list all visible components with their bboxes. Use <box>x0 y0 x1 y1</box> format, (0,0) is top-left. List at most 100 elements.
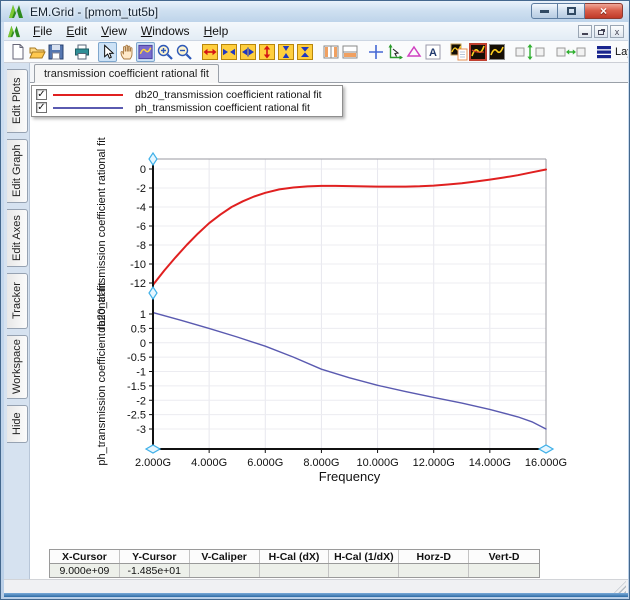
window-body: File Edit View Windows Help x A La Edit … <box>4 22 628 595</box>
header-y-cursor: Y-Cursor <box>120 550 190 563</box>
svg-text:-10: -10 <box>130 259 146 271</box>
header-horz-d: Horz-D <box>399 550 470 563</box>
shrink-horizontal-icon[interactable] <box>238 42 257 62</box>
menu-help[interactable]: Help <box>197 23 236 40</box>
maximize-icon <box>566 7 576 15</box>
header-h-cal-dx: H-Cal (dX) <box>260 550 330 563</box>
svg-text:-0.5: -0.5 <box>127 352 146 364</box>
zoom-in-icon[interactable] <box>155 42 174 62</box>
svg-text:8.000G: 8.000G <box>303 457 339 469</box>
menu-edit[interactable]: Edit <box>59 23 94 40</box>
app-logo-icon <box>9 5 23 18</box>
maximize-button[interactable] <box>558 3 585 19</box>
copy-plot-icon[interactable] <box>449 42 468 62</box>
svg-text:-2: -2 <box>136 395 146 407</box>
menu-view[interactable]: View <box>94 23 134 40</box>
plot-region: ✓ db20_transmission coefficient rational… <box>30 83 628 503</box>
pan-hand-icon[interactable] <box>117 42 136 62</box>
close-button[interactable]: × <box>585 3 623 19</box>
sidebar-item-edit-axes[interactable]: Edit Axes <box>7 209 28 267</box>
tab-transmission-coefficient[interactable]: transmission coefficient rational fit <box>34 64 219 83</box>
legend-checkbox-db20[interactable]: ✓ <box>36 89 47 100</box>
svg-text:-6: -6 <box>136 221 146 233</box>
layout-button[interactable]: Layou <box>596 45 628 59</box>
sidebar-item-workspace[interactable]: Workspace <box>7 335 28 399</box>
sidebar-item-hide[interactable]: Hide <box>7 405 28 443</box>
minimize-icon <box>540 9 549 13</box>
svg-text:16.000G: 16.000G <box>525 457 567 469</box>
svg-text:2.000G: 2.000G <box>135 457 171 469</box>
svg-text:10.000G: 10.000G <box>356 457 398 469</box>
client-area: Edit Plots Edit Graph Edit Axes Tracker … <box>4 63 628 580</box>
value-horz-d <box>399 564 470 577</box>
caliper-icon[interactable] <box>404 42 423 62</box>
horizontal-spacing-icon[interactable] <box>554 42 588 62</box>
value-h-cal-1dx <box>329 564 400 577</box>
select-pointer-icon[interactable] <box>98 41 117 62</box>
zoom-window-icon[interactable] <box>136 41 155 62</box>
svg-text:12.000G: 12.000G <box>413 457 455 469</box>
split-horizontal-icon[interactable] <box>340 42 359 62</box>
zoom-out-icon[interactable] <box>174 42 193 62</box>
title-bar[interactable]: EM.Grid - [pmom_tut5b] × <box>1 1 629 22</box>
mdi-minimize-button[interactable] <box>578 25 592 38</box>
plot-legend: ✓ db20_transmission coefficient rational… <box>31 85 343 117</box>
svg-text:-1.5: -1.5 <box>127 381 146 393</box>
mdi-close-icon: x <box>614 26 620 37</box>
legend-line-sample-ph <box>53 106 123 109</box>
toolbar: A Layou <box>4 41 628 63</box>
value-h-cal-dx <box>260 564 330 577</box>
sidebar-item-edit-graph[interactable]: Edit Graph <box>7 139 28 203</box>
menu-file[interactable]: File <box>26 23 59 40</box>
resize-grip[interactable] <box>614 581 626 593</box>
mdi-restore-button[interactable] <box>594 25 608 38</box>
document-logo-icon <box>7 25 21 37</box>
value-v-caliper <box>190 564 260 577</box>
shrink-vertical-icon[interactable] <box>295 42 314 62</box>
plot-style-icon[interactable] <box>487 42 506 62</box>
svg-text:-3: -3 <box>136 424 146 436</box>
svg-text:-2.5: -2.5 <box>127 410 146 422</box>
print-icon[interactable] <box>72 42 91 62</box>
legend-label-db20: db20_transmission coefficient rational f… <box>135 88 322 101</box>
plot-style-active-icon[interactable] <box>468 42 487 62</box>
plot-canvas[interactable]: 0 -2 -4 -6 -8 -10 -12 1 0.5 0 -0.5 -1 -1.5 -2 -2.5 -3 2.… <box>30 83 628 503</box>
minimize-button[interactable] <box>531 3 558 19</box>
split-vertical-icon[interactable] <box>321 42 340 62</box>
vertical-spacing-icon[interactable] <box>513 42 547 62</box>
window-title: EM.Grid - [pmom_tut5b] <box>30 4 159 19</box>
svg-text:0: 0 <box>140 164 146 176</box>
fit-horizontal-icon[interactable] <box>200 42 219 62</box>
crosshair-cursor-icon[interactable] <box>366 42 385 62</box>
axes-tracker-icon[interactable] <box>385 42 404 62</box>
mdi-restore-icon <box>597 30 604 35</box>
header-x-cursor: X-Cursor <box>50 550 120 563</box>
text-annotation-icon[interactable]: A <box>423 42 442 62</box>
cursor-header-row: X-Cursor Y-Cursor V-Caliper H-Cal (dX) H… <box>50 550 539 564</box>
svg-text:0: 0 <box>140 338 146 350</box>
save-icon[interactable] <box>46 42 65 62</box>
legend-row: ✓ db20_transmission coefficient rational… <box>36 88 338 101</box>
cursor-readout-table: X-Cursor Y-Cursor V-Caliper H-Cal (dX) H… <box>49 549 540 578</box>
sidebar-item-edit-plots[interactable]: Edit Plots <box>7 69 28 133</box>
expand-horizontal-icon[interactable] <box>219 42 238 62</box>
expand-vertical-icon[interactable] <box>276 42 295 62</box>
svg-text:-1: -1 <box>136 367 146 379</box>
svg-text:-2: -2 <box>136 183 146 195</box>
mdi-close-button[interactable]: x <box>610 25 624 38</box>
new-document-icon[interactable] <box>8 42 27 62</box>
header-vert-d: Vert-D <box>488 551 520 563</box>
sidebar: Edit Plots Edit Graph Edit Axes Tracker … <box>4 63 30 580</box>
svg-text:1: 1 <box>140 309 146 321</box>
svg-text:Frequency: Frequency <box>319 469 381 484</box>
legend-line-sample-db20 <box>53 93 123 96</box>
fit-vertical-icon[interactable] <box>257 42 276 62</box>
legend-checkbox-ph[interactable]: ✓ <box>36 102 47 113</box>
app-window: EM.Grid - [pmom_tut5b] × File Edit View … <box>0 0 630 600</box>
sidebar-item-tracker[interactable]: Tracker <box>7 273 28 329</box>
header-h-cal-1dx: H-Cal (1/dX) <box>329 550 400 563</box>
svg-text:-12: -12 <box>130 278 146 290</box>
menu-windows[interactable]: Windows <box>134 23 197 40</box>
open-folder-icon[interactable] <box>27 42 46 62</box>
legend-row: ✓ ph_transmission coefficient rational f… <box>36 101 338 114</box>
